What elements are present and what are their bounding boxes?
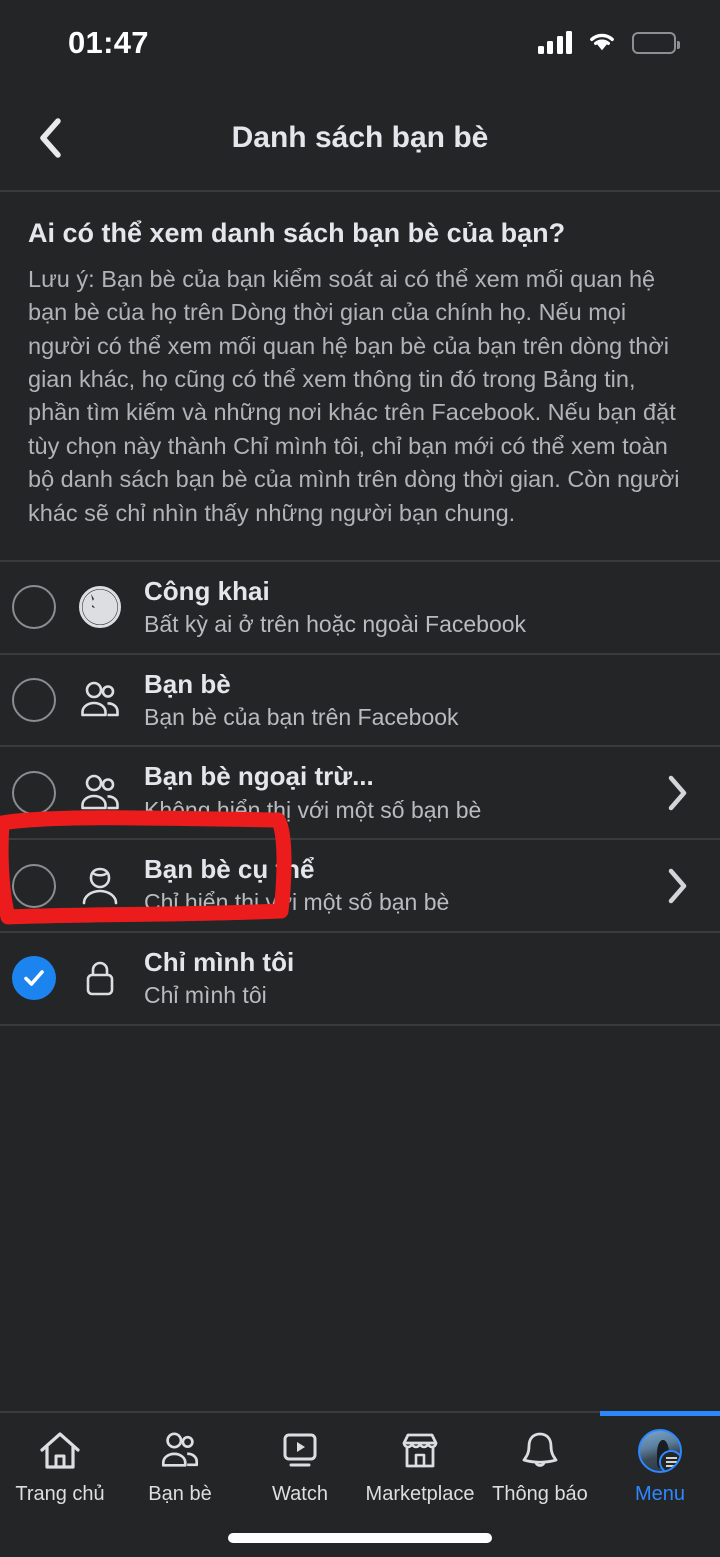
chevron-left-icon <box>40 118 61 158</box>
description-title: Ai có thể xem danh sách bạn bè của bạn? <box>28 218 566 248</box>
chevron-right-icon[interactable] <box>658 773 698 813</box>
radio-cong-khai[interactable] <box>12 585 56 630</box>
option-text-ban-be: Bạn bè Bạn bè của bạn trên Facebook <box>144 669 698 732</box>
home-indicator <box>228 1533 492 1543</box>
tab-label: Thông báo <box>492 1483 588 1505</box>
status-bar-icons <box>537 30 680 57</box>
bell-icon <box>518 1429 562 1473</box>
status-bar: 01:47 <box>0 0 720 86</box>
option-title: Bạn bè ngoại trừ... <box>144 761 374 792</box>
option-row-ban-be-ngoai-tru[interactable]: Bạn bè ngoại trừ... Không hiển thị với m… <box>0 747 720 841</box>
wifi-icon <box>587 30 617 57</box>
battery-low-icon <box>632 32 680 54</box>
option-text-ban-be-ngoai-tru: Bạn bè ngoại trừ... Không hiển thị với m… <box>144 761 658 824</box>
tab-menu[interactable]: Menu <box>600 1429 720 1506</box>
radio-ban-be[interactable] <box>12 678 56 723</box>
status-bar-clock: 01:47 <box>68 25 149 60</box>
option-text-ban-be-cu-the: Bạn bè cụ thể Chỉ hiển thị với một số bạ… <box>144 854 658 917</box>
option-row-ban-be-cu-the[interactable]: Bạn bè cụ thể Chỉ hiển thị với một số bạ… <box>0 840 720 933</box>
description-section: Ai có thể xem danh sách bạn bè của bạn? … <box>0 192 720 560</box>
option-row-ban-be[interactable]: Bạn bè Bạn bè của bạn trên Facebook <box>0 655 720 748</box>
option-subtitle: Không hiển thị với một số bạn bè <box>144 796 482 823</box>
option-row-cong-khai[interactable]: Công khai Bất kỳ ai ở trên hoặc ngoài Fa… <box>0 562 720 655</box>
hamburger-badge-icon <box>659 1450 680 1471</box>
person-icon <box>72 858 128 914</box>
option-title: Bạn bè <box>144 668 231 699</box>
tab-marketplace[interactable]: Marketplace <box>360 1429 480 1506</box>
tab-label: Menu <box>634 1483 686 1505</box>
description-body: Lưu ý: Bạn bè của bạn kiểm soát ai có th… <box>28 266 680 526</box>
avatar <box>638 1429 682 1473</box>
tab-label: Marketplace <box>365 1483 475 1505</box>
friends-icon <box>72 765 128 821</box>
lock-icon <box>72 950 128 1006</box>
check-icon <box>24 970 44 987</box>
option-text-chi-minh-toi: Chỉ mình tôi Chỉ mình tôi <box>144 947 698 1010</box>
home-icon <box>38 1429 82 1473</box>
option-title: Chỉ mình tôi <box>144 947 295 977</box>
option-text-cong-khai: Công khai Bất kỳ ai ở trên hoặc ngoài Fa… <box>144 576 698 639</box>
friends-icon <box>72 672 128 728</box>
tab-thong-bao[interactable]: Thông báo <box>480 1429 600 1506</box>
tab-label: Trang chủ <box>15 1483 105 1505</box>
tab-label: Watch <box>272 1483 328 1505</box>
option-title: Bạn bè cụ thể <box>144 854 315 885</box>
facebook-privacy-screen: 01:47 Danh sách bạn bè Ai có thể xem dan… <box>0 0 720 1557</box>
radio-ban-be-cu-the[interactable] <box>12 863 56 908</box>
globe-icon <box>72 579 128 635</box>
tab-trang-chu[interactable]: Trang chủ <box>0 1429 120 1506</box>
watch-play-icon <box>278 1429 322 1473</box>
chevron-right-icon[interactable] <box>658 866 698 906</box>
option-subtitle: Bạn bè của bạn trên Facebook <box>144 703 459 730</box>
active-tab-indicator <box>600 1411 720 1416</box>
page-title: Danh sách bạn bè <box>231 121 489 154</box>
tab-watch[interactable]: Watch <box>240 1429 360 1506</box>
empty-space <box>0 1025 720 1411</box>
option-title: Công khai <box>144 575 270 606</box>
nav-header: Danh sách bạn bè <box>0 86 720 190</box>
option-subtitle: Bất kỳ ai ở trên hoặc ngoài Facebook <box>144 611 527 638</box>
cellular-signal-icon <box>537 31 572 54</box>
privacy-options-list: Công khai Bất kỳ ai ở trên hoặc ngoài Fa… <box>0 559 720 1026</box>
bottom-tab-bar: Trang chủ Bạn bè Watch Marketplace Thông… <box>0 1411 720 1557</box>
friends-icon <box>158 1429 202 1473</box>
option-row-chi-minh-toi[interactable]: Chỉ mình tôi Chỉ mình tôi <box>0 933 720 1026</box>
tab-label: Bạn bè <box>148 1483 212 1505</box>
option-subtitle: Chỉ hiển thị với một số bạn bè <box>144 889 450 916</box>
back-button[interactable] <box>22 110 78 166</box>
avatar-menu-icon <box>638 1429 682 1473</box>
marketplace-store-icon <box>398 1429 442 1473</box>
radio-ban-be-ngoai-tru[interactable] <box>12 770 56 815</box>
radio-chi-minh-toi-selected[interactable] <box>12 956 56 1001</box>
tab-ban-be[interactable]: Bạn bè <box>120 1429 240 1506</box>
option-subtitle: Chỉ mình tôi <box>144 982 267 1009</box>
